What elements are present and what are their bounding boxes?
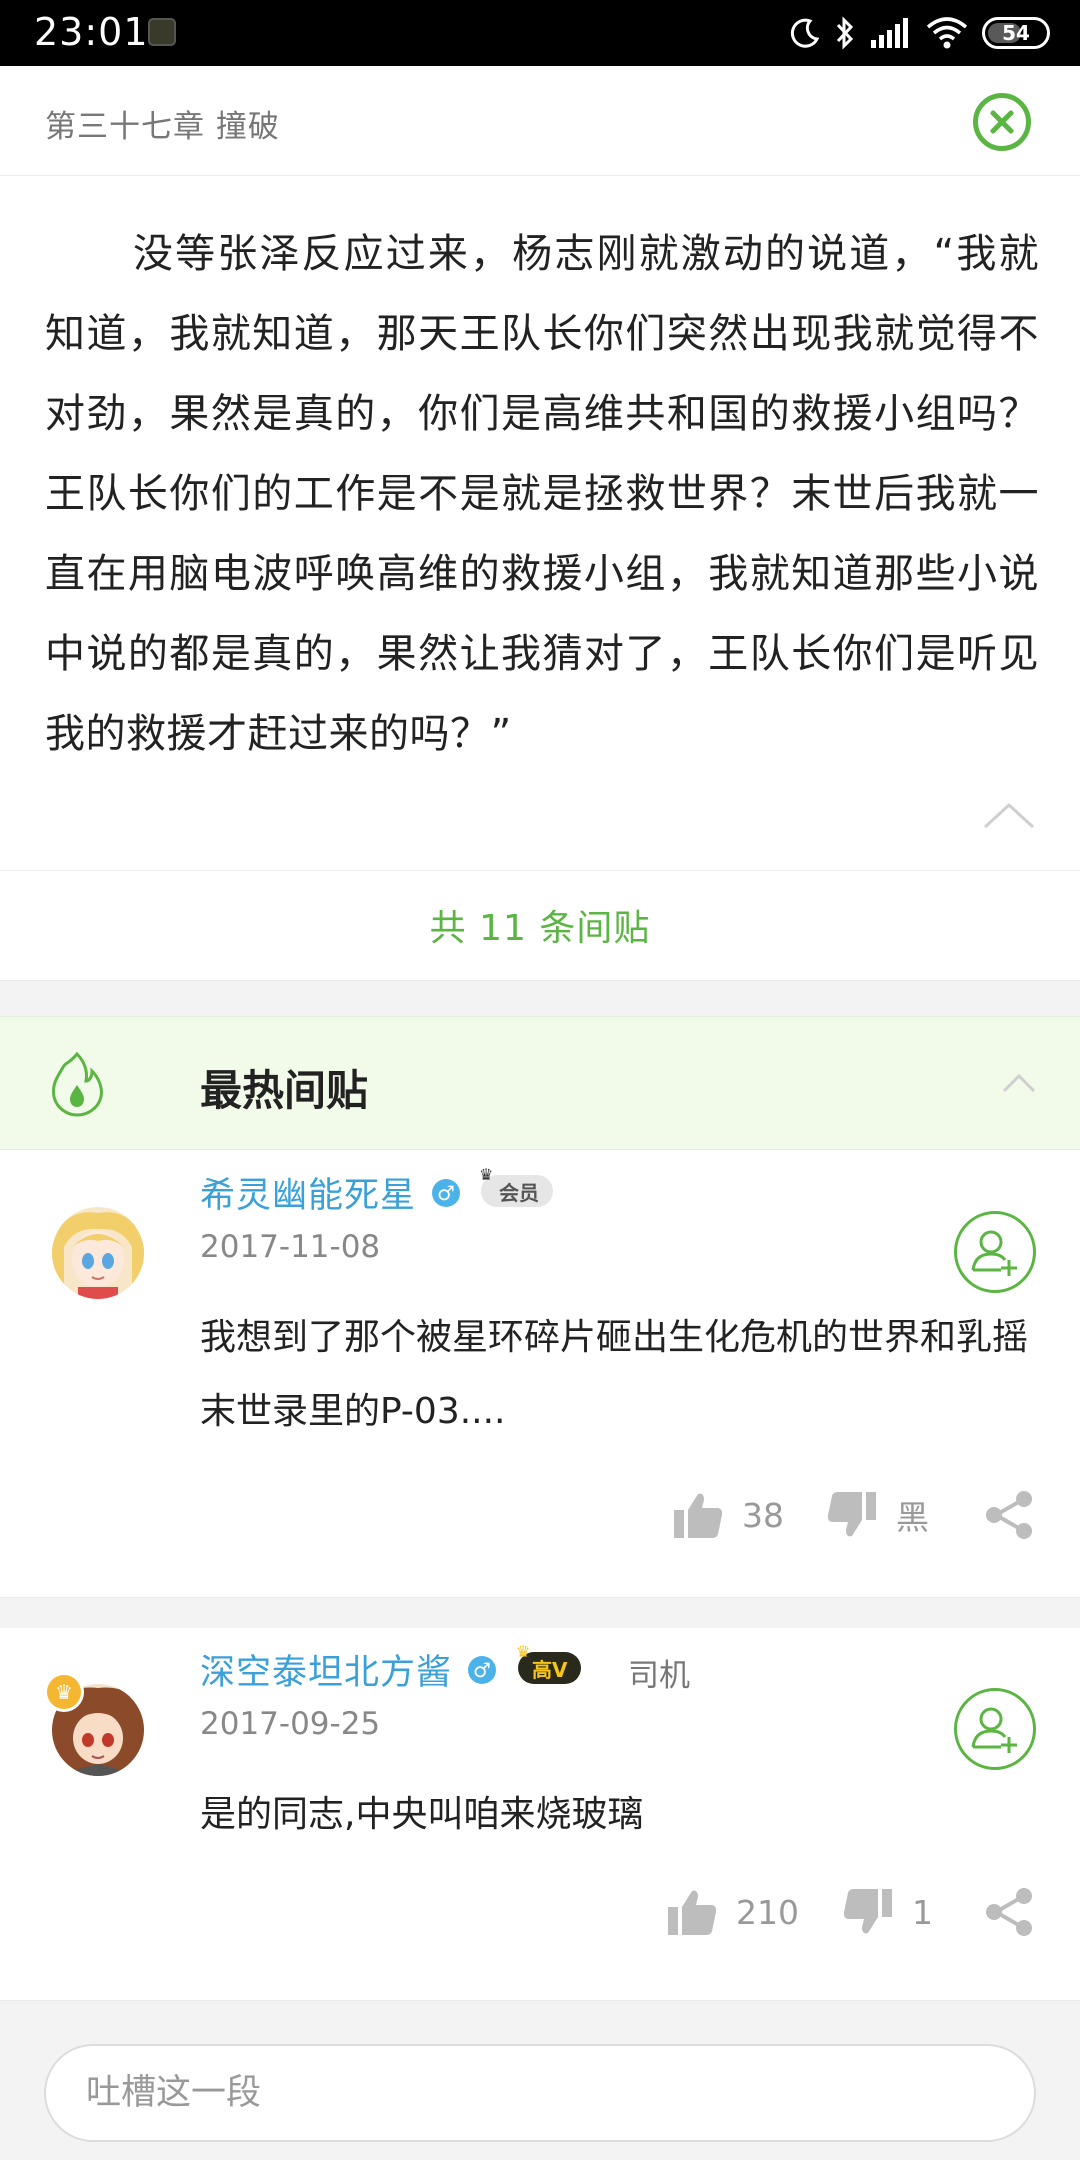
- flame-icon: [52, 1051, 103, 1117]
- like-count: 210: [736, 1892, 799, 1932]
- comment-input[interactable]: [44, 2044, 1036, 2142]
- share-icon: [986, 1888, 1032, 1936]
- comment-text: 是的同志,中央叫咱来烧玻璃: [200, 1794, 644, 1835]
- comment-actions: 210 1: [0, 1882, 1080, 1942]
- vip-badge-label: 高V: [532, 1657, 568, 1682]
- dislike-button[interactable]: 1: [842, 1882, 933, 1942]
- comment-input-bar: [0, 2026, 1080, 2160]
- signal-icon: [871, 18, 908, 48]
- gender-male-icon: ♂: [468, 1656, 496, 1684]
- crown-icon: ♛: [479, 1165, 494, 1184]
- like-button[interactable]: 38: [672, 1485, 784, 1545]
- hot-comments-header[interactable]: 最热间贴: [0, 1016, 1080, 1150]
- avatar[interactable]: [52, 1207, 144, 1299]
- app-notification-icon: [148, 18, 176, 46]
- section-gap: [0, 1598, 1080, 1628]
- close-button[interactable]: [973, 93, 1031, 151]
- comment-date: 2017-09-25: [200, 1706, 381, 1742]
- dislike-button[interactable]: 黑: [826, 1485, 929, 1545]
- vip-badge: ♛ 高V: [516, 1642, 582, 1684]
- follow-button[interactable]: [954, 1211, 1036, 1293]
- crown-badge-icon: ♛: [44, 1672, 84, 1712]
- member-badge: ♛ 会员: [479, 1165, 553, 1207]
- comment-item: 希灵幽能死星 ♂ ♛ 会员 2017-11-08 我想到了那个被星环碎片砸出生化…: [0, 1151, 1080, 1597]
- like-count: 38: [742, 1495, 784, 1535]
- status-icons: 54: [790, 12, 1050, 54]
- status-time: 23:01: [34, 10, 149, 54]
- battery-level: 54: [1002, 21, 1030, 45]
- section-gap: [0, 2001, 1080, 2026]
- battery-icon: 54: [982, 17, 1050, 49]
- like-button[interactable]: 210: [666, 1882, 799, 1942]
- dislike-count: 黑: [896, 1498, 929, 1537]
- chevron-up-icon[interactable]: [982, 800, 1036, 830]
- bluetooth-icon: [836, 16, 854, 50]
- comment-item: ♛ 深空泰坦北方酱 ♂ ♛ 高V 司机 2017-09-25 是的同志,中央叫咱…: [0, 1628, 1080, 2000]
- comment-date: 2017-11-08: [200, 1229, 381, 1265]
- follow-button[interactable]: [954, 1688, 1036, 1770]
- comment-text: 我想到了那个被星环碎片砸出生化危机的世界和乳摇末世录里的P-03....: [200, 1317, 1029, 1432]
- thumbs-up-icon: [668, 1890, 717, 1935]
- member-badge-label: 会员: [499, 1180, 539, 1205]
- username[interactable]: 希灵幽能死星: [200, 1167, 416, 1218]
- comment-actions: 38 黑: [0, 1485, 1080, 1545]
- hot-comments-title: 最热间贴: [200, 1066, 369, 1115]
- dislike-count: 1: [912, 1892, 933, 1932]
- username[interactable]: 深空泰坦北方酱: [200, 1644, 452, 1695]
- add-friend-icon: [971, 1230, 1017, 1276]
- status-bar: 23:01 54: [0, 0, 1080, 66]
- share-button[interactable]: [984, 1485, 1034, 1545]
- gender-male-icon: ♂: [432, 1179, 460, 1207]
- thumbs-up-icon: [674, 1493, 723, 1538]
- share-button[interactable]: [984, 1882, 1034, 1942]
- total-comments-link[interactable]: 共 11 条间贴: [0, 870, 1080, 980]
- thumbs-down-icon: [827, 1492, 876, 1537]
- user-title: 司机: [628, 1658, 690, 1694]
- section-gap: [0, 981, 1080, 1016]
- share-icon: [986, 1491, 1032, 1539]
- moon-icon: [790, 18, 820, 48]
- chapter-title: 第三十七章 撞破: [45, 109, 280, 145]
- quoted-paragraph: 没等张泽反应过来，杨志刚就激动的说道，“我就知道，我就知道，那天王队长你们突然出…: [45, 231, 1039, 757]
- chevron-up-icon[interactable]: [1002, 1073, 1036, 1093]
- wifi-icon: [926, 17, 968, 49]
- crown-icon: ♛: [516, 1642, 531, 1661]
- chapter-header: 第三十七章 撞破: [0, 66, 1080, 176]
- add-friend-icon: [971, 1707, 1017, 1753]
- thumbs-down-icon: [843, 1889, 892, 1934]
